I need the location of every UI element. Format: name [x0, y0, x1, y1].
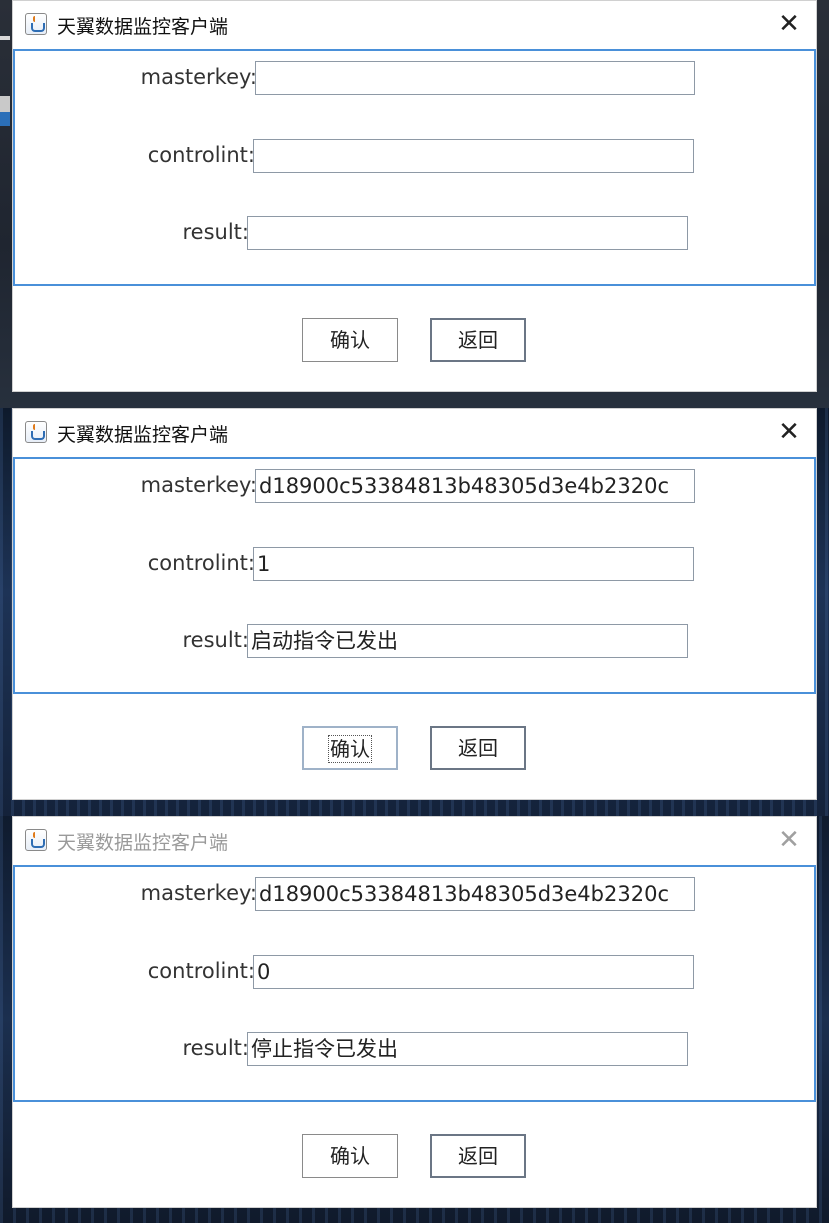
window-title: 天翼数据监控客户端: [57, 16, 229, 38]
masterkey-label: masterkey:: [140, 473, 257, 497]
client-window-stop[interactable]: 天翼数据监控客户端 ✕ masterkey: d18900c53384813b4…: [12, 816, 817, 1208]
java-cup-icon: [25, 13, 47, 35]
java-cup-icon: [25, 421, 47, 443]
title-bar[interactable]: 天翼数据监控客户端 ✕: [13, 1, 816, 48]
window-title: 天翼数据监控客户端: [57, 832, 229, 854]
close-icon[interactable]: ✕: [772, 7, 806, 41]
close-icon[interactable]: ✕: [772, 415, 806, 449]
confirm-button-label: 确认: [328, 735, 372, 763]
controlint-input[interactable]: [253, 139, 694, 173]
result-input[interactable]: [247, 216, 688, 250]
form-panel: masterkey: d18900c53384813b48305d3e4b232…: [13, 865, 816, 1102]
result-input[interactable]: 停止指令已发出: [247, 1032, 688, 1066]
background-fragment: [0, 112, 10, 126]
masterkey-label: masterkey:: [140, 65, 257, 89]
background-fragment: [0, 36, 10, 40]
result-row: result:: [15, 216, 815, 252]
controlint-row: controlint:: [15, 139, 815, 175]
back-button[interactable]: 返回: [430, 318, 526, 362]
title-bar[interactable]: 天翼数据监控客户端 ✕: [13, 409, 816, 456]
result-label: result:: [182, 1036, 250, 1060]
masterkey-row: masterkey: d18900c53384813b48305d3e4b232…: [15, 469, 815, 505]
masterkey-label: masterkey:: [140, 881, 257, 905]
result-input[interactable]: 启动指令已发出: [247, 624, 688, 658]
masterkey-input[interactable]: d18900c53384813b48305d3e4b2320c: [255, 877, 695, 911]
result-label: result:: [182, 220, 250, 244]
window-title: 天翼数据监控客户端: [57, 424, 229, 446]
masterkey-row: masterkey:: [15, 61, 815, 97]
form-panel: masterkey: controlint: result:: [13, 49, 816, 286]
controlint-label: controlint:: [147, 959, 255, 983]
masterkey-input[interactable]: d18900c53384813b48305d3e4b2320c: [255, 469, 695, 503]
result-label: result:: [182, 628, 250, 652]
controlint-row: controlint: 0: [15, 955, 815, 991]
client-window-empty[interactable]: 天翼数据监控客户端 ✕ masterkey: controlint: resul…: [12, 0, 817, 392]
result-row: result: 启动指令已发出: [15, 624, 815, 660]
confirm-button[interactable]: 确认: [302, 1134, 398, 1178]
back-button[interactable]: 返回: [430, 1134, 526, 1178]
back-button[interactable]: 返回: [430, 726, 526, 770]
form-panel: masterkey: d18900c53384813b48305d3e4b232…: [13, 457, 816, 694]
result-row: result: 停止指令已发出: [15, 1032, 815, 1068]
controlint-label: controlint:: [147, 143, 255, 167]
controlint-row: controlint: 1: [15, 547, 815, 583]
background-fragment: [0, 96, 10, 112]
controlint-input[interactable]: 0: [253, 955, 694, 989]
confirm-button[interactable]: 确认: [302, 726, 398, 770]
java-cup-icon: [25, 829, 47, 851]
title-bar[interactable]: 天翼数据监控客户端 ✕: [13, 817, 816, 864]
masterkey-input[interactable]: [255, 61, 695, 95]
client-window-start[interactable]: 天翼数据监控客户端 ✕ masterkey: d18900c53384813b4…: [12, 408, 817, 800]
controlint-label: controlint:: [147, 551, 255, 575]
confirm-button[interactable]: 确认: [302, 318, 398, 362]
controlint-input[interactable]: 1: [253, 547, 694, 581]
masterkey-row: masterkey: d18900c53384813b48305d3e4b232…: [15, 877, 815, 913]
close-icon[interactable]: ✕: [772, 823, 806, 857]
